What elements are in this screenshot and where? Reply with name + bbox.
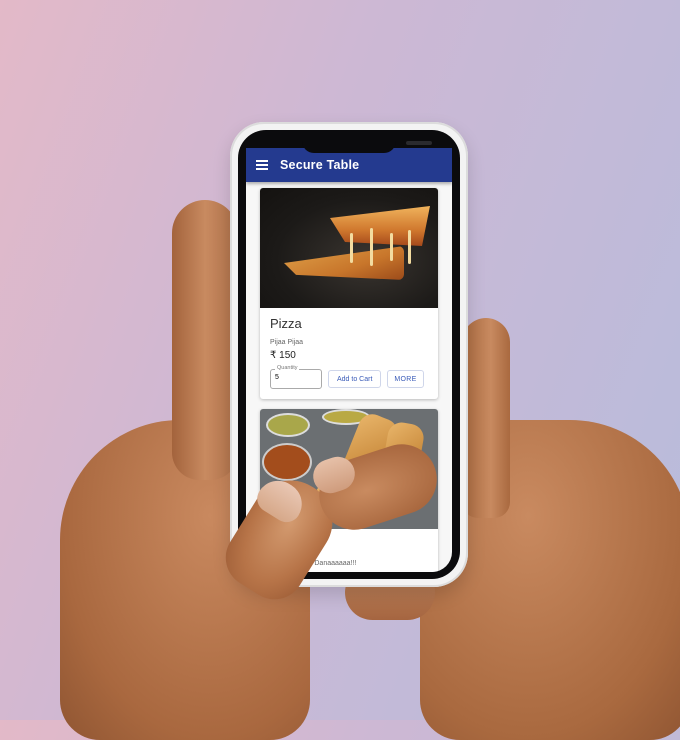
speaker-icon [406, 141, 432, 145]
item-description: Pijaa Pijaa [270, 339, 304, 346]
app-bar: Secure Table [246, 148, 452, 182]
quantity-field: Quantity [270, 365, 322, 389]
more-button[interactable]: MORE [387, 370, 424, 388]
right-finger [462, 318, 510, 518]
item-name: Pizza [270, 316, 302, 331]
add-to-cart-button[interactable]: Add to Cart [328, 370, 382, 388]
phone-notch [302, 133, 432, 153]
hamburger-menu-icon[interactable] [256, 160, 268, 170]
menu-card-pizza: Pizza Pijaa Pijaa ₹ 150 Quantity Add to … [260, 188, 438, 399]
left-finger [172, 200, 238, 480]
quantity-label: Quantity [275, 365, 300, 371]
app-title: Secure Table [280, 158, 360, 172]
pizza-image [260, 188, 438, 308]
item-price: ₹ 150 [270, 350, 296, 361]
quantity-input[interactable] [275, 374, 315, 381]
